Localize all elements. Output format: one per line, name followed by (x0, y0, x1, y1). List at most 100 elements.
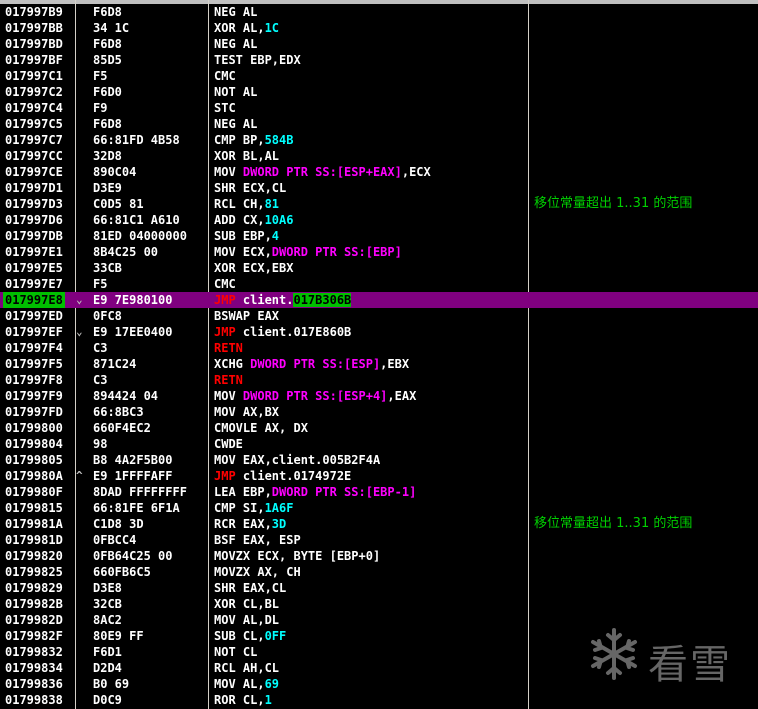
instruction-row[interactable]: 017997DB 81ED 04000000 SUB EBP,4 (0, 228, 758, 244)
instruction-row[interactable]: 017997F8 C3 RETN (0, 372, 758, 388)
disassembly-token: SHR EAX,CL (214, 581, 287, 595)
instruction-row[interactable]: 01799804 98 CWDE (0, 436, 758, 452)
address-cell: 017997F9 (5, 389, 63, 403)
disassembly-cell: JMP client.017E860B (214, 324, 351, 340)
instruction-row[interactable]: 017997D3 C0D5 81 RCL CH,81 移位常量超出 1..31 的范围 (0, 196, 758, 212)
instruction-row[interactable]: 017997B9 F6D8 NEG AL (0, 4, 758, 20)
instruction-row[interactable]: 017997BB 34 1C XOR AL,1C (0, 20, 758, 36)
instruction-row[interactable]: 01799829 D3E8 SHR EAX,CL (0, 580, 758, 596)
instruction-row[interactable]: 017997F9 894424 04 MOV DWORD PTR SS:[ESP+4… (0, 388, 758, 404)
selected-instruction-row[interactable]: 017997E8 ⌄ E9 7E980100 JMP client.017B306B (0, 292, 758, 308)
instruction-row[interactable]: 017997C4 F9 STC (0, 100, 758, 116)
hex-dump-cell: F6D8 (93, 5, 122, 19)
disassembly-token: XOR BL,AL (214, 149, 280, 163)
disassembly-token: MOV AL,DL (214, 613, 280, 627)
address-cell: 01799838 (5, 693, 63, 707)
instruction-row[interactable]: 017997BD F6D8 NEG AL (0, 36, 758, 52)
instruction-row[interactable]: 0179981A C1D8 3D RCR EAX,3D 移位常量超出 1..31 的范… (0, 516, 758, 532)
disassembly-token: XOR AL, (214, 21, 265, 35)
instruction-row[interactable]: 017997CC 32D8 XOR BL,AL (0, 148, 758, 164)
address-cell: 017997C7 (5, 133, 63, 147)
instruction-row[interactable]: 0179982B 32CB XOR CL,BL (0, 596, 758, 612)
instruction-row[interactable]: 017997C5 F6D8 NEG AL (0, 116, 758, 132)
instruction-row[interactable]: 01799800 660F4EC2 CMOVLE AX, DX (0, 420, 758, 436)
hex-dump-cell: 32CB (93, 597, 122, 611)
disassembly-token: XOR CL,BL (214, 597, 280, 611)
instruction-row[interactable]: 017997F4 C3 RETN (0, 340, 758, 356)
instruction-row[interactable]: 0179980A ^ E9 1FFFFAFF JMP client.0174972E (0, 468, 758, 484)
disassembly-token: RETN (214, 341, 243, 355)
disassembly-cell: RCR EAX,3D (214, 516, 286, 532)
disassembly-token: MOV EAX,client.005B2F4A (214, 453, 381, 467)
instruction-row[interactable]: 017997D1 D3E9 SHR ECX,CL (0, 180, 758, 196)
disassembly-cell: JMP client.017B306B (214, 292, 352, 308)
disassembly-token: NEG AL (214, 117, 258, 131)
instruction-row[interactable]: 017997E7 F5 CMC (0, 276, 758, 292)
address-cell: 017997B9 (5, 5, 63, 19)
instruction-row[interactable]: 017997C2 F6D0 NOT AL (0, 84, 758, 100)
address-cell: 017997BB (5, 21, 63, 35)
disassembly-cell: MOV DWORD PTR SS:[ESP+EAX],ECX (214, 164, 431, 180)
disassembly-token: 584B (264, 133, 294, 147)
instruction-row[interactable]: 01799838 D0C9 ROR CL,1 (0, 692, 758, 708)
instruction-row[interactable]: 017997FD 66:8BC3 MOV AX,BX (0, 404, 758, 420)
disassembly-token: CMOVLE AX, DX (214, 421, 308, 435)
disassembly-cell: XOR CL,BL (214, 596, 279, 612)
disassembly-token: ADD CX, (214, 213, 265, 227)
disassembly-token: 69 (264, 677, 280, 691)
instruction-row[interactable]: 0179980F 8DAD FFFFFFFF LEA EBP,DWORD PTR S… (0, 484, 758, 500)
disassembly-token: 1 (264, 693, 272, 707)
instruction-row[interactable]: 017997C1 F5 CMC (0, 68, 758, 84)
disassembly-listing[interactable]: 017997B9 F6D8 NEG AL 017997BB 34 1C XOR AL,1C… (0, 4, 758, 708)
hex-dump-cell: 894424 04 (93, 389, 159, 403)
instruction-row[interactable]: 01799825 660FB6C5 MOVZX AX, CH (0, 564, 758, 580)
disassembly-cell: XCHG DWORD PTR SS:[ESP],EBX (214, 356, 409, 372)
hex-dump-cell: F6D8 (93, 37, 122, 51)
disassembly-token: XCHG (214, 357, 251, 371)
disassembly-cell: RCL CH,81 (214, 196, 279, 212)
disassembly-cell: CMC (214, 68, 236, 84)
disassembly-token: JMP (214, 293, 243, 307)
disassembly-token: MOVZX ECX, BYTE [EBP+0] (214, 549, 381, 563)
hex-dump-cell: C0D5 81 (93, 197, 144, 211)
instruction-row[interactable]: 01799805 B8 4A2F5B00 MOV EAX,client.005B2F… (0, 452, 758, 468)
address-cell: 017997BF (5, 53, 63, 67)
instruction-row[interactable]: 017997CE 890C04 MOV DWORD PTR SS:[ESP+EAX]… (0, 164, 758, 180)
instruction-row[interactable]: 017997F5 871C24 XCHG DWORD PTR SS:[ESP],EB… (0, 356, 758, 372)
hex-dump-cell: 8AC2 (93, 613, 122, 627)
disassembly-cell: LEA EBP,DWORD PTR SS:[EBP-1] (214, 484, 416, 500)
address-cell: 01799829 (5, 581, 63, 595)
disassembly-token: DWORD PTR SS:[ESP+EAX] (242, 165, 402, 179)
disassembly-token: client.017E860B (242, 325, 352, 339)
disassembly-cell: CWDE (214, 436, 243, 452)
instruction-row[interactable]: 017997D6 66:81C1 A610 ADD CX,10A6 (0, 212, 758, 228)
disassembly-token: NEG AL (214, 37, 258, 51)
instruction-row[interactable]: 017997BF 85D5 TEST EBP,EDX (0, 52, 758, 68)
instruction-row[interactable]: 017997E5 33CB XOR ECX,EBX (0, 260, 758, 276)
instruction-row[interactable]: 017997EF ⌄ E9 17EE0400 JMP client.017E860B (0, 324, 758, 340)
disassembly-token: NEG AL (214, 5, 258, 19)
disassembly-cell: SHR ECX,CL (214, 180, 286, 196)
disassembly-token: 81 (264, 197, 280, 211)
disassembly-token: MOV (214, 389, 243, 403)
instruction-row[interactable]: 017997E1 8B4C25 00 MOV ECX,DWORD PTR SS:[E… (0, 244, 758, 260)
disassembly-cell: BSF EAX, ESP (214, 532, 301, 548)
instruction-row[interactable]: 01799820 0FB64C25 00 MOVZX ECX, BYTE [EBP+… (0, 548, 758, 564)
instruction-row[interactable]: 017997C7 66:81FD 4B58 CMP BP,584B (0, 132, 758, 148)
hex-dump-cell: C3 (93, 341, 108, 355)
address-cell: 017997E7 (5, 277, 63, 291)
disassembly-token: SUB EBP, (214, 229, 272, 243)
address-cell: 01799815 (5, 501, 63, 515)
hex-dump-cell: C3 (93, 373, 108, 387)
instruction-row[interactable]: 017997ED 0FC8 BSWAP EAX (0, 308, 758, 324)
address-cell: 0179982F (5, 629, 63, 643)
hex-dump-cell: F6D0 (93, 85, 122, 99)
instruction-row[interactable]: 01799815 66:81FE 6F1A CMP SI,1A6F (0, 500, 758, 516)
disassembly-token: XOR ECX,EBX (214, 261, 294, 275)
hex-dump-cell: F6D8 (93, 117, 122, 131)
instruction-row[interactable]: 0179981D 0FBCC4 BSF EAX, ESP (0, 532, 758, 548)
hex-dump-cell: 80E9 FF (93, 629, 144, 643)
address-cell: 01799825 (5, 565, 63, 579)
disassembly-cell: NEG AL (214, 36, 257, 52)
jump-arrow-icon: ^ (76, 469, 83, 482)
